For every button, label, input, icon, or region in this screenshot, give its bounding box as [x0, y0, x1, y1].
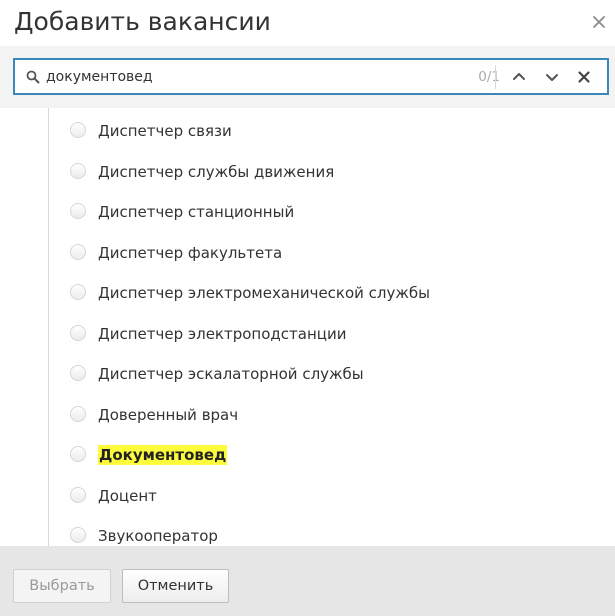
- list-item[interactable]: Диспетчер службы движения: [0, 157, 615, 198]
- radio-button[interactable]: [70, 446, 86, 462]
- list-item[interactable]: Диспетчер эскалаторной службы: [0, 359, 615, 400]
- list-item[interactable]: Диспетчер электромеханической службы: [0, 278, 615, 319]
- list-item-label: Доцент: [98, 486, 157, 505]
- select-button[interactable]: Выбрать: [13, 569, 111, 603]
- cancel-button[interactable]: Отменить: [122, 569, 229, 603]
- list-item-label: Звукооператор: [98, 527, 218, 545]
- list-item-label: Диспетчер электроподстанции: [98, 324, 347, 343]
- search-box[interactable]: 0/1: [13, 58, 609, 95]
- radio-button[interactable]: [70, 243, 86, 260]
- list-item-label: Диспетчер факультета: [98, 243, 283, 262]
- list-item-label: Диспетчер электромеханической службы: [98, 284, 430, 302]
- list-item[interactable]: Диспетчер станционный: [0, 197, 615, 238]
- radio-button[interactable]: [70, 324, 86, 341]
- list-item[interactable]: Документовед: [0, 440, 615, 481]
- chevron-down-icon[interactable]: [543, 68, 561, 86]
- list-item-label: Документовед: [98, 445, 228, 465]
- list-item[interactable]: Звукооператор: [0, 521, 615, 546]
- vacancy-list: Диспетчер связи Диспетчер службы движения…: [0, 108, 615, 546]
- close-icon[interactable]: [591, 14, 607, 30]
- radio-button[interactable]: [70, 162, 86, 179]
- list-item-label: Доверенный врач: [98, 405, 239, 424]
- radio-button[interactable]: [70, 527, 86, 543]
- radio-button[interactable]: [70, 284, 86, 300]
- list-item-label: Диспетчер службы движения: [98, 162, 335, 181]
- radio-button[interactable]: [70, 365, 86, 381]
- list-item[interactable]: Доцент: [0, 481, 615, 522]
- dialog-title: Добавить вакансии: [14, 7, 271, 36]
- radio-button[interactable]: [70, 405, 86, 422]
- clear-search-icon[interactable]: [575, 68, 593, 86]
- list-item[interactable]: Диспетчер факультета: [0, 238, 615, 279]
- list-item[interactable]: Диспетчер связи: [0, 116, 615, 157]
- list-item-label: Диспетчер станционный: [98, 203, 295, 221]
- list-item[interactable]: Доверенный врач: [0, 400, 615, 441]
- radio-button[interactable]: [70, 203, 86, 219]
- chevron-up-icon[interactable]: [510, 68, 528, 86]
- search-icon: [26, 70, 40, 84]
- list-item-label: Диспетчер связи: [98, 122, 232, 140]
- list-item[interactable]: Диспетчер электроподстанции: [0, 319, 615, 360]
- radio-button[interactable]: [70, 486, 86, 503]
- search-input[interactable]: [46, 67, 446, 87]
- search-divider: [495, 65, 496, 89]
- list-item-label: Диспетчер эскалаторной службы: [98, 365, 364, 383]
- radio-button[interactable]: [70, 122, 86, 138]
